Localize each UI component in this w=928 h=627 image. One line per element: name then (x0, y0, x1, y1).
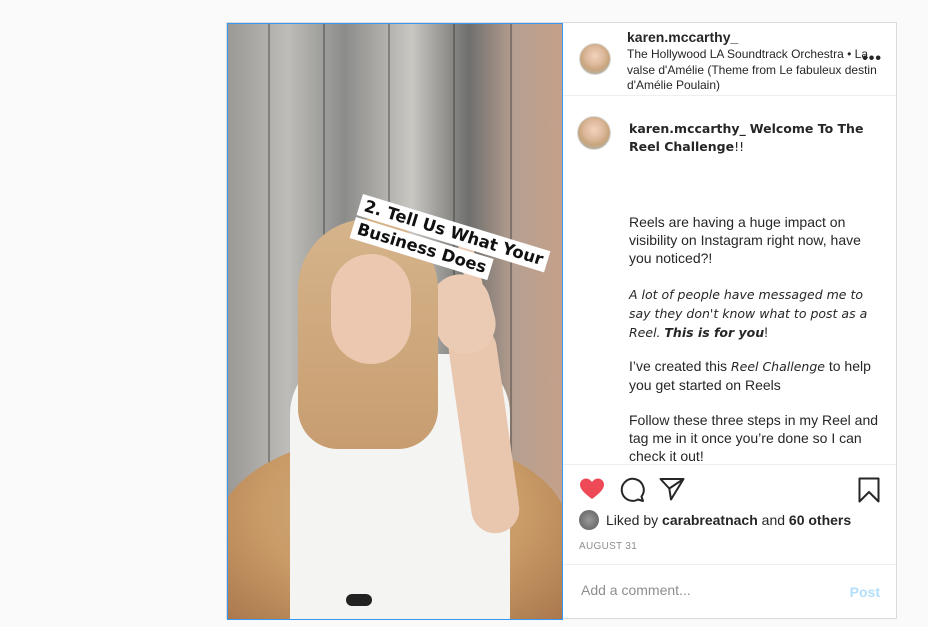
likes-prefix: Liked by (606, 512, 659, 528)
likes-joiner: and (761, 512, 786, 528)
reel-video[interactable]: 2. Tell Us What Your Business Does (227, 23, 563, 620)
avatar[interactable] (579, 43, 611, 75)
likes-summary: Liked by carabreatnach and 60 others (579, 510, 851, 530)
post-date[interactable]: AUGUST 31 (579, 541, 637, 552)
caption-paragraph: Reels are having a huge impact on visibi… (629, 214, 861, 266)
caption-text: ! (764, 324, 769, 340)
caption: karen.mccarthy_ Welcome To The Reel Chal… (563, 96, 896, 463)
more-icon[interactable]: ••• (862, 50, 882, 68)
action-bar (563, 464, 896, 505)
caption-username[interactable]: karen.mccarthy_ (629, 121, 746, 136)
post-comment-button[interactable]: Post (850, 584, 880, 600)
comment-icon[interactable] (619, 477, 645, 508)
caption-italic: Reel Challenge (730, 359, 825, 374)
comment-input[interactable] (579, 581, 823, 599)
likes-others-link[interactable]: 60 others (789, 512, 851, 528)
caption-heading: karen.mccarthy_ Welcome To The Reel Chal… (629, 120, 879, 156)
caption-text: I’ve created this (629, 358, 731, 374)
liker-link[interactable]: carabreatnach (662, 512, 758, 528)
post-sidebar: karen.mccarthy_ The Hollywood LA Soundtr… (563, 23, 896, 618)
bookmark-icon[interactable] (858, 477, 880, 508)
post-header: karen.mccarthy_ The Hollywood LA Soundtr… (563, 23, 896, 96)
audio-link[interactable]: The Hollywood LA Soundtrack Orchestra • … (627, 47, 877, 94)
caption-paragraph: I’ve created this Reel Challenge to help… (629, 357, 879, 394)
heart-icon[interactable] (579, 477, 605, 506)
bracelet (346, 594, 372, 606)
liker-avatar[interactable] (579, 510, 599, 530)
person-face (331, 254, 411, 364)
avatar[interactable] (577, 116, 611, 150)
comment-box: Post (563, 564, 896, 619)
caption-title-tail: !! (734, 139, 745, 154)
caption-paragraph: A lot of people have messaged me to say … (629, 285, 879, 342)
caption-bold-italic: This is for you (664, 325, 765, 340)
username-link[interactable]: karen.mccarthy_ (627, 29, 738, 45)
caption-paragraph: Follow these three steps in my Reel and … (629, 412, 879, 463)
instagram-post: 2. Tell Us What Your Business Does karen… (226, 22, 897, 620)
share-icon[interactable] (659, 477, 685, 506)
